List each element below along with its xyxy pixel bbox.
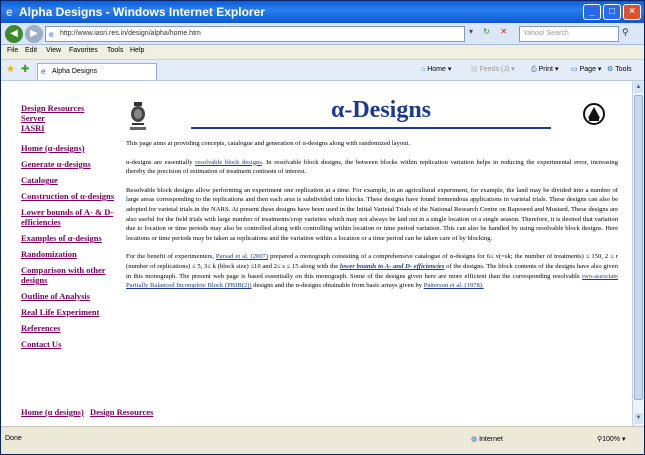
menu-tools[interactable]: Tools: [107, 47, 123, 54]
sidebar-item-construction[interactable]: Construction of α-designs: [21, 191, 116, 201]
footer-home-link[interactable]: Home (α designs): [21, 407, 84, 417]
menu-file[interactable]: File: [7, 47, 18, 54]
home-label: Home: [427, 66, 446, 73]
sidebar-item-catalogue[interactable]: Catalogue: [21, 175, 116, 185]
globe-icon: ◍: [471, 436, 478, 443]
back-button[interactable]: ◀: [5, 25, 23, 43]
page-menu-icon: ▭: [571, 66, 578, 73]
zoom-control[interactable]: ⚲100% ▾: [597, 435, 626, 443]
footer-links: Home (α designs) Design Resources: [21, 407, 157, 417]
print-icon: ⎙: [531, 66, 537, 73]
tab-label: Alpha Designs: [52, 68, 98, 75]
resolvable-paragraph: Resolvable block designs allow performin…: [126, 186, 618, 242]
status-bar: Done ◍ Internet ⚲100% ▾: [1, 426, 644, 454]
feeds-label: Feeds (J): [479, 66, 510, 73]
maximize-button[interactable]: □: [603, 4, 621, 20]
print-button[interactable]: ⎙ Print ▾: [531, 65, 558, 74]
page-icon: e: [49, 30, 54, 39]
footer-design-resources-link[interactable]: Design Resources: [90, 407, 153, 417]
tab-bar: ★ ✚ e Alpha Designs ⌂ Home ▾ ▤ Feeds (J) ▾…: [1, 60, 644, 81]
monograph-paragraph: For the benefit of experimenters, Parsad…: [126, 252, 618, 290]
feed-icon: ▤: [471, 66, 478, 73]
menu-edit[interactable]: Edit: [25, 47, 37, 54]
tab-alpha-designs[interactable]: e Alpha Designs: [37, 63, 157, 80]
p4-text-d: designs and the α-designs obtainable fro…: [251, 282, 424, 290]
definition-paragraph: α-designs are essentially resolvable blo…: [126, 158, 618, 177]
sidebar-item-analysis[interactable]: Outline of Analysis: [21, 291, 116, 301]
ie-logo-icon: e: [6, 5, 13, 19]
zone-label: Internet: [479, 436, 503, 443]
page-label: Page: [579, 66, 596, 73]
dropdown-arrow-icon[interactable]: ▾: [469, 27, 473, 36]
tools-label: Tools: [615, 66, 632, 73]
address-bar: ◀ ▶ e http://www.iasri.res.in/design/alp…: [1, 23, 644, 45]
menu-view[interactable]: View: [46, 47, 61, 54]
zoom-label: 100%: [602, 436, 621, 443]
parsad-2007-link[interactable]: Parsad et al. (2007): [216, 253, 268, 260]
resolvable-block-designs-link[interactable]: resolvable block designs: [195, 159, 262, 166]
search-input[interactable]: Yahoo! Search: [519, 26, 619, 42]
sidebar-item-real-life[interactable]: Real Life Experiment: [21, 307, 116, 317]
title-underline: [191, 127, 551, 129]
vertical-scrollbar[interactable]: ▲ ▼: [632, 81, 644, 426]
search-icon[interactable]: ⚲: [622, 27, 629, 38]
add-favorites-icon[interactable]: ✚: [21, 64, 29, 75]
minimize-button[interactable]: _: [583, 4, 601, 20]
home-icon: ⌂: [421, 66, 426, 73]
sidebar-header-line-1: Design Resources: [21, 103, 85, 113]
window-title: Alpha Designs - Windows Internet Explore…: [19, 5, 265, 19]
sidebar-item-lower-bounds[interactable]: Lower bounds of A- & D- efficiencies: [21, 207, 116, 227]
security-zone: ◍ Internet: [471, 435, 503, 443]
page-viewport: Design Resources Server IASRI Home (α-de…: [1, 81, 632, 426]
scroll-up-arrow-icon[interactable]: ▲: [634, 82, 643, 93]
url-input[interactable]: e http://www.iasri.res.in/design/alpha/h…: [45, 26, 465, 42]
feeds-button[interactable]: ▤ Feeds (J) ▾: [471, 65, 515, 73]
stop-icon[interactable]: ✕: [500, 27, 507, 36]
icar-logo-icon: [583, 103, 605, 125]
url-text: http://www.iasri.res.in/design/alpha/hom…: [60, 30, 201, 37]
forward-button[interactable]: ▶: [25, 25, 43, 43]
main-content: This page aims at providing concepts, ca…: [126, 139, 618, 300]
status-text: Done: [5, 435, 22, 442]
menu-help[interactable]: Help: [130, 47, 144, 54]
scrollbar-thumb[interactable]: [634, 95, 643, 400]
patterson-1978-link[interactable]: Patterson et al. (1978).: [424, 282, 484, 289]
title-bar: e Alpha Designs - Windows Internet Explo…: [1, 1, 644, 23]
refresh-icon[interactable]: ↻: [483, 27, 490, 36]
sidebar-header-line-2: Server: [21, 113, 46, 123]
sidebar-item-home[interactable]: Home (α-designs): [21, 143, 116, 153]
p4-text-a: For the benefit of experimenters,: [126, 253, 216, 261]
sidebar-header-line-3: IASRI: [21, 123, 45, 133]
tab-page-icon: e: [41, 67, 46, 76]
sidebar-item-comparison[interactable]: Comparison with other designs: [21, 265, 116, 285]
sidebar-header-link[interactable]: Design Resources Server IASRI: [21, 103, 116, 133]
page-title: α-Designs: [330, 97, 432, 123]
p2-text-a: α-designs are essentially: [126, 158, 196, 166]
sidebar-item-generate[interactable]: Generate α-designs: [21, 159, 116, 169]
sidebar-item-randomization[interactable]: Randomization: [21, 249, 116, 259]
intro-paragraph: This page aims at providing concepts, ca…: [126, 140, 410, 147]
sidebar-item-examples[interactable]: Examples of α-designs: [21, 233, 116, 243]
gear-icon: ⚙: [607, 66, 614, 73]
menu-favorites[interactable]: Favorites: [69, 47, 98, 54]
browser-window: e Alpha Designs - Windows Internet Explo…: [0, 0, 645, 455]
sidebar-item-contact[interactable]: Contact Us: [21, 339, 116, 349]
favorites-star-icon[interactable]: ★: [6, 64, 15, 75]
iasri-emblem-icon: [130, 102, 146, 130]
menu-bar: File Edit View Favorites Tools Help: [1, 45, 644, 60]
print-label: Print: [538, 66, 554, 73]
tools-button[interactable]: ⚙ Tools: [607, 65, 632, 73]
close-button[interactable]: ×: [623, 4, 641, 20]
home-button[interactable]: ⌂ Home ▾: [421, 65, 451, 73]
lower-bounds-link[interactable]: lower bounds to A- and D- efficiencies: [340, 263, 445, 270]
sidebar-item-references[interactable]: References: [21, 323, 116, 333]
page-button[interactable]: ▭ Page ▾: [571, 65, 601, 73]
address-controls: ▾ ↻ ✕: [469, 27, 507, 36]
scroll-down-arrow-icon[interactable]: ▼: [634, 413, 643, 424]
sidebar-nav: Design Resources Server IASRI Home (α-de…: [21, 103, 116, 355]
